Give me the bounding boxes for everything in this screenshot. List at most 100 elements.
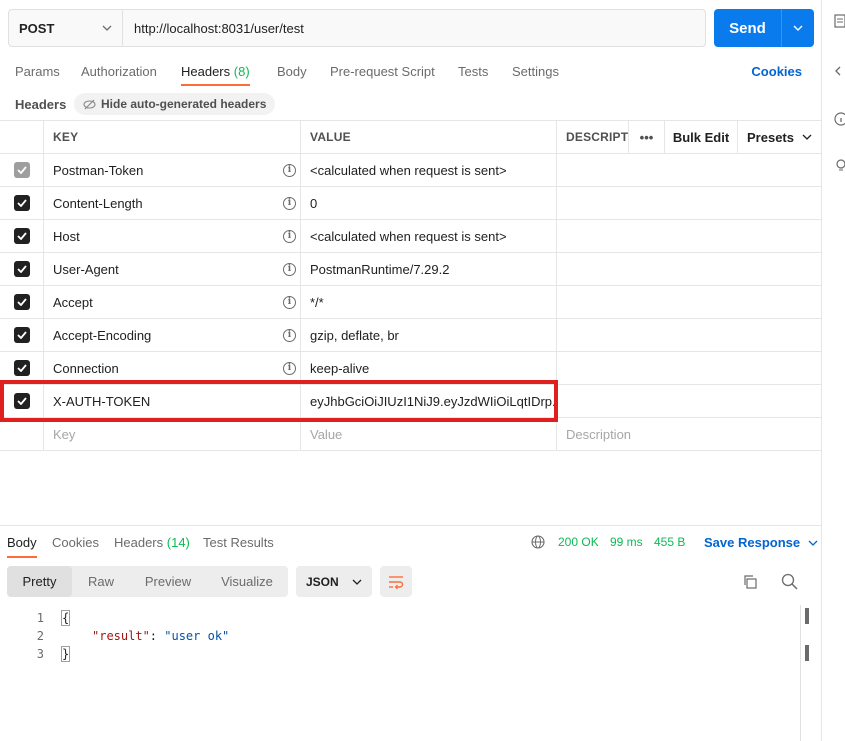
header-value[interactable]: eyJhbGciOiJIUzI1NiJ9.eyJzdWIiOiLqtIDrp..… [301, 385, 557, 417]
header-key-text: Accept [53, 294, 93, 310]
response-tab-headers-count: (14) [166, 535, 190, 550]
checkbox-icon[interactable] [13, 393, 30, 409]
table-row: Host i <calculated when request is sent> [0, 220, 821, 253]
status-code[interactable]: 200 OK [558, 535, 599, 549]
cookies-link[interactable]: Cookies [751, 64, 802, 79]
response-time[interactable]: 99 ms [610, 535, 643, 549]
checkbox-icon[interactable] [13, 360, 30, 376]
header-value[interactable]: gzip, deflate, br [301, 319, 557, 351]
documentation-icon[interactable] [834, 14, 845, 28]
info-icon[interactable] [834, 112, 845, 126]
header-key[interactable]: Postman-Token i [44, 154, 301, 186]
tab-tests[interactable]: Tests [458, 64, 488, 79]
header-key[interactable]: Host i [44, 220, 301, 252]
tab-settings[interactable]: Settings [512, 64, 559, 79]
hide-auto-headers-label: Hide auto-generated headers [101, 97, 267, 111]
request-tabs: Params Authorization Headers (8) Body Pr… [0, 58, 821, 86]
table-row: Connection i keep-alive [0, 352, 821, 385]
header-key[interactable]: Accept i [44, 286, 301, 318]
response-size[interactable]: 455 B [654, 535, 685, 549]
header-description[interactable] [557, 220, 821, 252]
info-icon[interactable]: i [283, 295, 296, 309]
header-key[interactable]: X-AUTH-TOKEN [44, 385, 301, 417]
header-value[interactable]: 0 [301, 187, 557, 219]
info-icon[interactable]: i [283, 262, 296, 276]
info-icon[interactable]: i [283, 163, 296, 177]
response-tab-cookies[interactable]: Cookies [52, 535, 99, 550]
url-input[interactable]: http://localhost:8031/user/test [123, 10, 705, 46]
mode-raw[interactable]: Raw [72, 566, 130, 597]
checkbox-icon[interactable] [13, 261, 30, 277]
new-value-input[interactable]: Value [301, 418, 557, 450]
header-key[interactable]: Content-Length i [44, 187, 301, 219]
send-button[interactable]: Send [714, 9, 782, 47]
tab-authorization[interactable]: Authorization [81, 64, 157, 79]
row-checkbox-cell [0, 220, 44, 252]
chevron-down-icon [102, 25, 112, 31]
format-select[interactable]: JSON [296, 566, 372, 597]
header-description[interactable] [557, 385, 821, 417]
search-icon[interactable] [781, 573, 798, 590]
header-value[interactable]: */* [301, 286, 557, 318]
response-tab-headers[interactable]: Headers (14) [114, 535, 190, 550]
response-tab-headers-label: Headers [114, 535, 164, 550]
new-key-input[interactable]: Key [44, 418, 301, 450]
tab-prerequest-script[interactable]: Pre-request Script [330, 64, 435, 79]
header-value[interactable]: PostmanRuntime/7.29.2 [301, 253, 557, 285]
checkbox-icon[interactable] [13, 228, 30, 244]
presets-dropdown[interactable]: Presets [738, 121, 821, 153]
tab-headers-label: Headers [181, 64, 231, 79]
header-description[interactable] [557, 352, 821, 384]
code-close-brace: } [60, 646, 71, 662]
tab-headers[interactable]: Headers (8) [181, 64, 250, 79]
code-colon: : [149, 629, 165, 643]
checkbox-icon[interactable] [13, 162, 30, 178]
header-value[interactable]: <calculated when request is sent> [301, 220, 557, 252]
mode-visualize[interactable]: Visualize [206, 566, 288, 597]
info-icon[interactable]: i [283, 196, 296, 210]
send-options-button[interactable] [782, 9, 814, 47]
tab-body[interactable]: Body [277, 64, 307, 79]
header-description[interactable] [557, 253, 821, 285]
header-key-text: Content-Length [53, 195, 143, 211]
hide-auto-headers-button[interactable]: Hide auto-generated headers [74, 93, 276, 115]
chevron-down-icon [808, 540, 818, 546]
header-description[interactable] [557, 187, 821, 219]
wrap-lines-button[interactable] [380, 566, 412, 597]
row-checkbox-cell [0, 319, 44, 351]
header-description[interactable] [557, 286, 821, 318]
info-icon[interactable]: i [283, 328, 296, 342]
header-key[interactable]: Accept-Encoding i [44, 319, 301, 351]
info-icon[interactable]: i [283, 361, 296, 375]
globe-icon[interactable] [531, 535, 545, 549]
mode-pretty[interactable]: Pretty [7, 566, 72, 597]
header-description[interactable] [557, 319, 821, 351]
table-row-empty: Key Value Description [0, 418, 821, 451]
new-description-input[interactable]: Description [557, 418, 821, 450]
header-key-text: Host [53, 228, 80, 244]
response-tab-test-results[interactable]: Test Results [203, 535, 274, 550]
checkbox-icon[interactable] [13, 327, 30, 343]
header-key[interactable]: User-Agent i [44, 253, 301, 285]
editor-scrollbar[interactable] [800, 605, 801, 741]
save-response-label: Save Response [704, 535, 801, 550]
mode-preview[interactable]: Preview [130, 566, 206, 597]
method-select[interactable]: POST [9, 10, 123, 46]
tab-params[interactable]: Params [15, 64, 60, 79]
checkbox-icon[interactable] [13, 195, 30, 211]
header-description[interactable] [557, 154, 821, 186]
more-options-button[interactable]: ••• [629, 121, 665, 153]
checkbox-icon[interactable] [13, 294, 30, 310]
header-key[interactable]: Connection i [44, 352, 301, 384]
table-row: Postman-Token i <calculated when request … [0, 154, 821, 187]
header-value[interactable]: <calculated when request is sent> [301, 154, 557, 186]
table-row: Accept i */* [0, 286, 821, 319]
save-response-button[interactable]: Save Response [704, 535, 818, 550]
bulk-edit-button[interactable]: Bulk Edit [665, 121, 738, 153]
code-icon[interactable] [834, 64, 845, 78]
copy-icon[interactable] [742, 574, 758, 590]
lightbulb-icon[interactable] [834, 158, 845, 172]
response-tab-body[interactable]: Body [7, 535, 37, 550]
header-value[interactable]: keep-alive [301, 352, 557, 384]
info-icon[interactable]: i [283, 229, 296, 243]
